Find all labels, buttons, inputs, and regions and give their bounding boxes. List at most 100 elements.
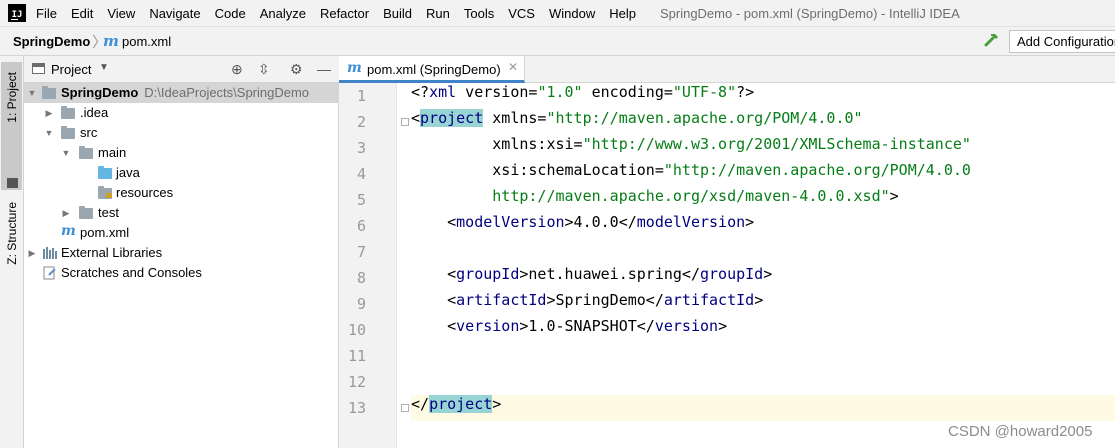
hammer-icon[interactable] <box>983 31 1001 49</box>
fold-marker-icon[interactable] <box>401 118 409 126</box>
tree-item-external-libraries[interactable]: ▶ External Libraries <box>24 243 339 263</box>
code-line[interactable]: <groupId>net.huawei.spring</groupId> <box>411 265 772 291</box>
tree-item-main[interactable]: ▼ main <box>24 143 339 163</box>
line-number: 12 <box>347 373 366 391</box>
project-panel: Project ▼ ⊕ ⇳ ⚙ — ▼ SpringDemo D:\IdeaPro… <box>24 56 339 448</box>
line-number: 13 <box>347 399 366 417</box>
resources-badge-icon <box>106 193 112 198</box>
project-view-selector[interactable]: Project <box>51 62 91 77</box>
tree-item-pom[interactable]: m pom.xml <box>24 223 339 243</box>
locate-target-icon[interactable]: ⊕ <box>231 61 243 77</box>
code-line[interactable]: <modelVersion>4.0.0</modelVersion> <box>411 213 754 239</box>
tree-item-scratches[interactable]: Scratches and Consoles <box>24 263 339 283</box>
tree-item-test[interactable]: ▶ test <box>24 203 339 223</box>
menu-code[interactable]: Code <box>215 6 246 21</box>
code-line[interactable]: xsi:schemaLocation="http://maven.apache.… <box>411 161 971 187</box>
tree-item-springdemo[interactable]: ▼ SpringDemo D:\IdeaProjects\SpringDemo <box>24 83 339 103</box>
menu-build[interactable]: Build <box>383 6 412 21</box>
tree-item-label: Scratches and Consoles <box>61 265 202 280</box>
structure-tool-label: Z: Structure <box>5 202 19 265</box>
menu-vcs[interactable]: VCS <box>508 6 535 21</box>
menu-help[interactable]: Help <box>609 6 636 21</box>
maven-file-icon: m <box>347 60 362 76</box>
maven-file-icon: m <box>61 223 76 239</box>
tree-item-label: SpringDemo D:\IdeaProjects\SpringDemo <box>61 85 310 100</box>
breadcrumb-project[interactable]: SpringDemo <box>13 34 90 49</box>
tree-item-label: java <box>116 165 140 180</box>
code-line[interactable]: xmlns:xsi="http://www.w3.org/2001/XMLSch… <box>411 135 971 161</box>
structure-tool-window-button[interactable]: Z: Structure <box>1 196 22 296</box>
menu-refactor[interactable]: Refactor <box>320 6 369 21</box>
close-icon[interactable]: ✕ <box>508 60 518 74</box>
tree-item-label: resources <box>116 185 174 200</box>
add-configuration-button[interactable]: Add Configuration... <box>1009 30 1115 53</box>
collapsed-arrow-icon[interactable]: ▶ <box>44 103 54 123</box>
line-number: 10 <box>347 321 366 339</box>
libraries-icon <box>43 247 57 259</box>
project-view-icon <box>32 63 45 74</box>
maven-file-icon: m <box>103 32 119 50</box>
menu-navigate[interactable]: Navigate <box>149 6 200 21</box>
code-line[interactable]: </project> <box>411 395 1115 421</box>
project-tool-window-button[interactable]: 1: Project <box>1 62 22 190</box>
folder-icon <box>61 126 75 139</box>
line-number: 9 <box>356 295 366 313</box>
line-number: 8 <box>356 269 366 287</box>
line-number: 5 <box>356 191 366 209</box>
line-number: 11 <box>347 347 366 365</box>
intellij-logo-icon[interactable]: IJ <box>8 4 26 22</box>
tree-item-java[interactable]: java <box>24 163 339 183</box>
line-number-gutter: 1 2 3 4 5 6 7 8 9 10 11 12 13 <box>339 83 396 448</box>
expanded-arrow-icon[interactable]: ▼ <box>61 143 71 163</box>
folder-icon <box>61 106 75 119</box>
source-folder-icon <box>98 166 112 179</box>
folder-icon <box>7 178 18 188</box>
menu-analyze[interactable]: Analyze <box>260 6 306 21</box>
menu-file[interactable]: File <box>36 6 57 21</box>
fold-gutter <box>396 83 411 448</box>
left-tool-stripe: 1: Project Z: Structure <box>0 56 24 448</box>
code-line[interactable]: http://maven.apache.org/xsd/maven-4.0.0.… <box>411 187 898 213</box>
project-panel-header: Project ▼ ⊕ ⇳ ⚙ — <box>24 56 339 83</box>
breadcrumb-file[interactable]: pom.xml <box>122 34 171 49</box>
line-number: 6 <box>356 217 366 235</box>
menu-window[interactable]: Window <box>549 6 595 21</box>
scratches-icon <box>43 266 56 280</box>
hide-panel-icon[interactable]: — <box>317 61 331 77</box>
menu-bar: IJ File Edit View Navigate Code Analyze … <box>0 0 1115 26</box>
fold-marker-icon[interactable] <box>401 404 409 412</box>
tab-label: pom.xml (SpringDemo) <box>367 62 501 77</box>
tree-item-idea[interactable]: ▶ .idea <box>24 103 339 123</box>
line-number: 4 <box>356 165 366 183</box>
logo-text: IJ <box>11 10 23 20</box>
tab-pom-xml[interactable]: m pom.xml (SpringDemo) ✕ <box>339 56 525 83</box>
project-tool-label: 1: Project <box>5 72 19 123</box>
window-title: SpringDemo - pom.xml (SpringDemo) - Inte… <box>659 5 960 21</box>
editor-tab-bar: m pom.xml (SpringDemo) ✕ <box>339 56 1115 83</box>
menu-edit[interactable]: Edit <box>71 6 93 21</box>
collapsed-arrow-icon[interactable]: ▶ <box>61 203 71 223</box>
expanded-arrow-icon[interactable]: ▼ <box>27 83 37 103</box>
tree-item-resources[interactable]: resources <box>24 183 339 203</box>
collapsed-arrow-icon[interactable]: ▶ <box>27 243 37 263</box>
gear-icon[interactable]: ⚙ <box>290 61 303 77</box>
line-number: 3 <box>356 139 366 157</box>
code-line[interactable]: <version>1.0-SNAPSHOT</version> <box>411 317 727 343</box>
menu-tools[interactable]: Tools <box>464 6 494 21</box>
menu-run[interactable]: Run <box>426 6 450 21</box>
tree-item-src[interactable]: ▼ src <box>24 123 339 143</box>
chevron-down-icon[interactable]: ▼ <box>99 62 109 73</box>
expanded-arrow-icon[interactable]: ▼ <box>44 123 54 143</box>
code-editor[interactable]: <?xml version="1.0" encoding="UTF-8"?> <p… <box>411 83 1115 448</box>
watermark: CSDN @howard2005 <box>948 423 1093 440</box>
collapse-all-icon[interactable]: ⇳ <box>258 61 270 77</box>
code-line[interactable]: <project xmlns="http://maven.apache.org/… <box>411 109 863 135</box>
menu-view[interactable]: View <box>107 6 135 21</box>
module-folder-icon <box>42 86 56 99</box>
tree-item-label: src <box>80 125 98 140</box>
navigation-bar: SpringDemo 〉 m pom.xml Add Configuration… <box>0 26 1115 56</box>
code-line[interactable]: <artifactId>SpringDemo</artifactId> <box>411 291 763 317</box>
line-number: 2 <box>356 113 366 131</box>
line-number: 1 <box>356 87 366 105</box>
code-line[interactable]: <?xml version="1.0" encoding="UTF-8"?> <box>411 83 754 109</box>
